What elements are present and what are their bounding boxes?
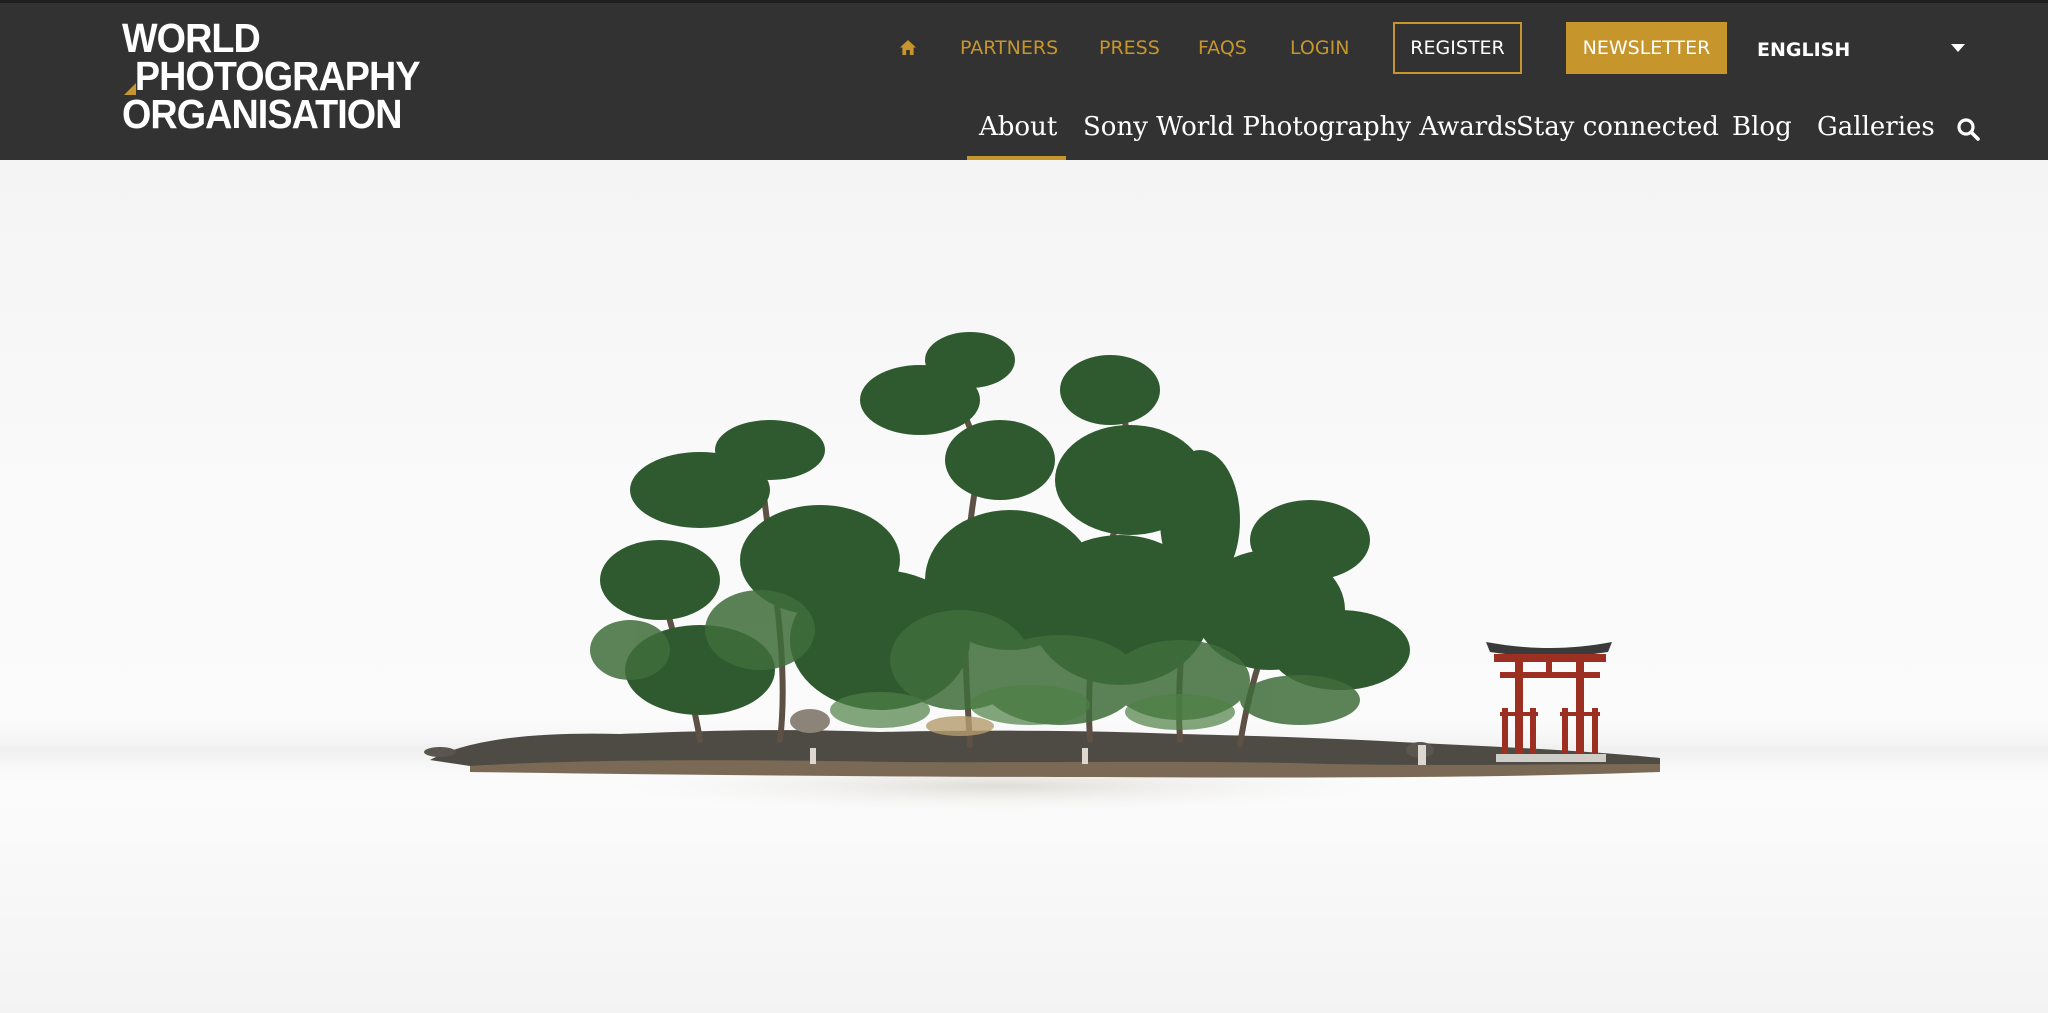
main-nav: About Sony World Photography Awards Stay…: [0, 105, 2048, 163]
language-select[interactable]: ENGLISH: [1757, 24, 1850, 76]
nav-link-faqs[interactable]: FAQS: [1198, 22, 1247, 74]
newsletter-button[interactable]: NEWSLETTER: [1566, 22, 1727, 74]
nav-item-galleries[interactable]: Galleries: [1817, 105, 1935, 163]
nav-link-press[interactable]: PRESS: [1099, 22, 1160, 74]
utility-nav: PARTNERS PRESS FAQS LOGIN REGISTER NEWSL…: [0, 22, 2048, 74]
nav-link-partners[interactable]: PARTNERS: [960, 22, 1058, 74]
nav-link-login[interactable]: LOGIN: [1290, 22, 1349, 74]
hero-image: [0, 160, 2048, 1013]
island-photo: [0, 332, 2048, 812]
register-button[interactable]: REGISTER: [1393, 22, 1522, 74]
nav-item-blog[interactable]: Blog: [1732, 105, 1792, 163]
home-icon[interactable]: [899, 39, 917, 57]
nav-item-stay-connected[interactable]: Stay connected: [1516, 105, 1719, 163]
search-icon[interactable]: [1956, 117, 1980, 141]
nav-item-about[interactable]: About: [979, 105, 1057, 163]
site-header: WORLD PHOTOGRAPHY ORGANISATION PARTNERS …: [0, 0, 2048, 163]
nav-item-sony-world-photography-awards[interactable]: Sony World Photography Awards: [1083, 105, 1517, 163]
chevron-down-icon[interactable]: [1951, 44, 1965, 52]
